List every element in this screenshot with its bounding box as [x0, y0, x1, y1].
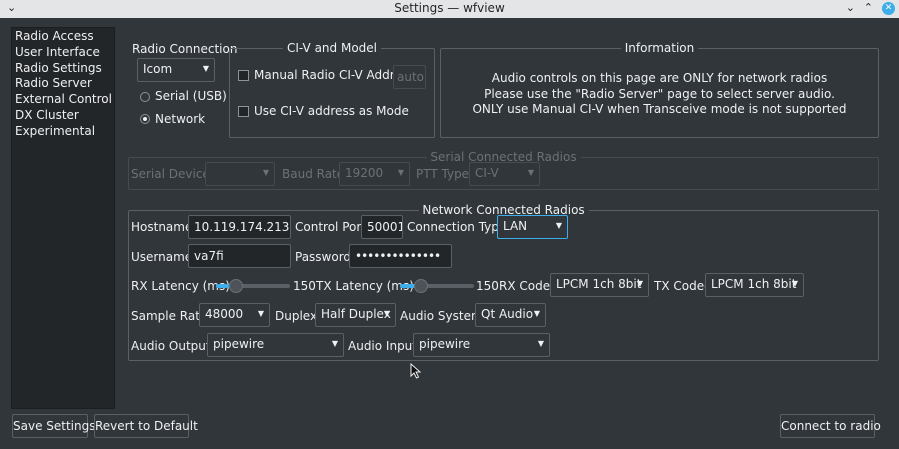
rx-latency-value: 150 — [293, 279, 316, 293]
chevron-down-icon: ▼ — [383, 309, 390, 318]
sidebar-item-experimental[interactable]: Experimental — [12, 124, 114, 140]
rx-latency-handle[interactable] — [229, 279, 243, 293]
connection-type-select[interactable]: LAN ▼ — [497, 215, 568, 239]
revert-to-default-button[interactable]: Revert to Default — [94, 414, 198, 438]
control-port-label: Control Port — [295, 220, 366, 234]
manual-civ-label: Manual Radio CI-V Addres — [254, 68, 409, 82]
ptt-type-label: PTT Type: — [416, 167, 474, 181]
username-label: Username — [131, 250, 193, 264]
information-title: Information — [620, 41, 699, 55]
sample-rate-select[interactable]: 48000 ▼ — [199, 303, 270, 327]
close-icon[interactable]: ✕ — [882, 2, 895, 15]
chevron-down-icon: ▼ — [202, 64, 209, 73]
civ-address-input[interactable]: auto — [393, 65, 426, 89]
hostname-label: Hostname — [131, 220, 193, 234]
connection-type-value: LAN — [503, 219, 528, 233]
audio-system-select[interactable]: Qt Audio ▼ — [475, 303, 546, 327]
use-civ-mode-checkbox[interactable] — [238, 106, 249, 117]
sample-rate-value: 48000 — [205, 307, 244, 321]
maximize-icon[interactable]: ⌃ — [864, 1, 873, 14]
password-input[interactable]: •••••••••••••• — [349, 244, 452, 268]
save-settings-button[interactable]: Save Settings — [12, 414, 96, 438]
use-civ-mode-label: Use CI-V address as Mode — [254, 104, 409, 118]
manual-civ-checkbox[interactable] — [238, 70, 249, 81]
mouse-cursor-icon — [410, 363, 422, 379]
serial-device-select[interactable]: ▼ — [205, 162, 275, 186]
audio-input-value: pipewire — [419, 337, 471, 351]
duplex-select[interactable]: Half Duplex ▼ — [315, 303, 396, 327]
tx-latency-value: 150 — [476, 279, 499, 293]
chevron-down-icon: ▼ — [636, 279, 643, 288]
ptt-type-value: CI-V — [475, 166, 499, 180]
serial-usb-label: Serial (USB) — [155, 89, 227, 103]
duplex-label: Duplex — [275, 309, 318, 323]
baud-rate-select[interactable]: 19200 ▼ — [339, 162, 410, 186]
chevron-down-icon: ▼ — [791, 279, 798, 288]
baud-rate-label: Baud Rate — [282, 167, 345, 181]
control-port-input[interactable]: 50001 — [361, 215, 403, 239]
serial-device-label: Serial Device: — [131, 167, 214, 181]
chevron-down-icon: ▼ — [537, 339, 544, 348]
sample-rate-label: Sample Rate — [131, 309, 208, 323]
rx-codec-label: RX Codec — [499, 279, 557, 293]
minimize-icon[interactable]: ⌄ — [846, 1, 855, 14]
tx-codec-value: LPCM 1ch 8bit — [711, 277, 797, 291]
network-radio[interactable] — [140, 114, 150, 124]
tx-latency-slider[interactable] — [400, 279, 474, 293]
serial-usb-radio[interactable] — [140, 92, 150, 102]
audio-output-select[interactable]: pipewire ▼ — [207, 333, 344, 357]
audio-input-label: Audio Input — [348, 339, 417, 353]
tx-codec-label: TX Codec — [654, 279, 711, 293]
radio-type-select[interactable]: Icom ▼ — [137, 58, 215, 82]
audio-input-select[interactable]: pipewire ▼ — [413, 333, 550, 357]
audio-output-value: pipewire — [213, 337, 265, 351]
chevron-down-icon: ▼ — [527, 168, 534, 177]
tx-latency-handle[interactable] — [414, 279, 428, 293]
rx-codec-select[interactable]: LPCM 1ch 8bit ▼ — [550, 273, 649, 297]
info-line-1: Audio controls on this page are ONLY for… — [491, 71, 828, 85]
chevron-down-icon: ▼ — [397, 168, 404, 177]
radio-type-value: Icom — [143, 62, 173, 76]
audio-output-label: Audio Output — [131, 339, 211, 353]
network-label: Network — [155, 112, 206, 126]
password-label: Password — [295, 250, 352, 264]
sidebar-item-user-interface[interactable]: User Interface — [12, 45, 114, 61]
chevron-down-icon: ▼ — [555, 221, 562, 230]
duplex-value: Half Duplex — [321, 307, 391, 321]
info-line-3: ONLY use Manual CI-V when Transceive mod… — [472, 102, 847, 116]
chevron-down-icon: ▼ — [262, 168, 269, 177]
radio-connection-title: Radio Connection — [132, 42, 238, 56]
hostname-input[interactable]: 10.119.174.213 — [188, 215, 291, 239]
sidebar-item-radio-settings[interactable]: Radio Settings — [12, 61, 114, 77]
sidebar-item-dx-cluster[interactable]: DX Cluster — [12, 108, 114, 124]
ptt-type-select[interactable]: CI-V ▼ — [469, 162, 540, 186]
connection-type-label: Connection Type — [407, 220, 507, 234]
rx-codec-value: LPCM 1ch 8bit — [556, 277, 642, 291]
baud-rate-value: 19200 — [345, 166, 384, 180]
settings-sidebar: Radio Access User Interface Radio Settin… — [11, 27, 115, 409]
sidebar-item-radio-access[interactable]: Radio Access — [12, 29, 114, 45]
civ-group-title: CI-V and Model — [283, 41, 381, 55]
sidebar-item-external-control[interactable]: External Control — [12, 92, 114, 108]
username-input[interactable]: va7fi — [188, 244, 291, 268]
sidebar-item-radio-server[interactable]: Radio Server — [12, 76, 114, 92]
information-group: Information Audio controls on this page … — [440, 41, 879, 138]
window-title: Settings — wfview — [394, 1, 505, 15]
info-line-2: Please use the "Radio Server" page to se… — [484, 87, 835, 101]
audio-system-label: Audio System — [400, 309, 483, 323]
civ-group: CI-V and Model — [229, 41, 435, 138]
audio-system-value: Qt Audio — [481, 307, 534, 321]
chevron-down-icon: ▼ — [331, 339, 338, 348]
rx-latency-slider[interactable] — [216, 279, 290, 293]
chevron-down-icon: ▼ — [533, 309, 540, 318]
chevron-down-icon: ▼ — [257, 309, 264, 318]
title-bar: ⌄ Settings — wfview ⌄ ⌃ ✕ — [0, 0, 899, 18]
tx-codec-select[interactable]: LPCM 1ch 8bit ▼ — [705, 273, 804, 297]
connect-to-radio-button[interactable]: Connect to radio — [780, 414, 881, 438]
